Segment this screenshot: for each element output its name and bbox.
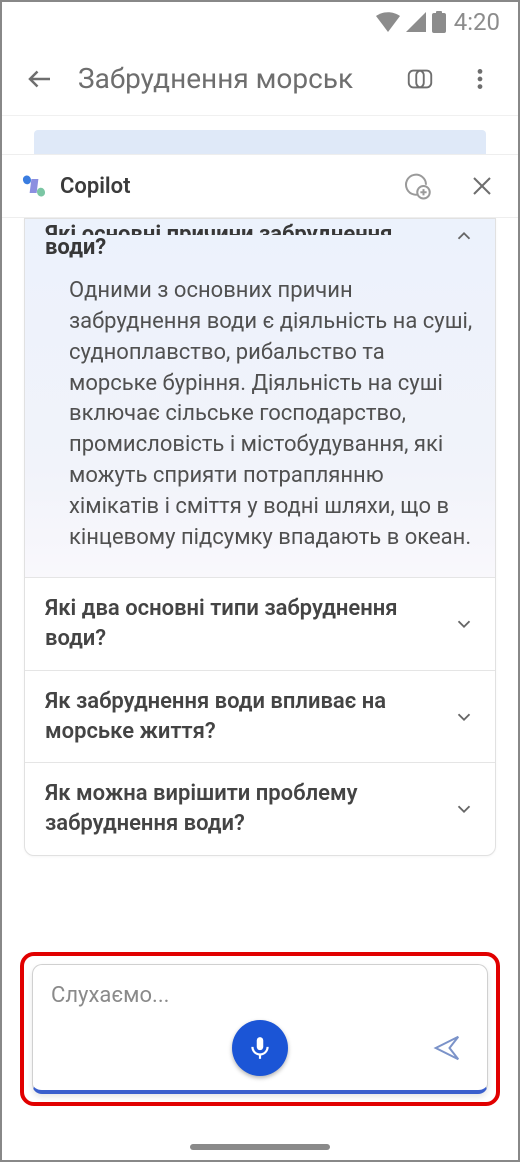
accordion-item: Як забруднення води впливає на морське ж… <box>25 670 495 762</box>
back-button[interactable] <box>18 57 62 101</box>
accordion-body: Одними з основних причин забруднення вод… <box>45 276 475 553</box>
microphone-icon <box>247 1035 273 1061</box>
accordion-header[interactable]: Як забруднення води впливає на морське ж… <box>25 671 495 762</box>
copilot-logo-icon <box>20 172 48 200</box>
input-area-highlight: Слухаємо... <box>20 952 500 1106</box>
page-title: Забруднення морськ <box>78 62 382 95</box>
cellular-icon <box>406 12 426 32</box>
copilot-button[interactable] <box>398 57 442 101</box>
close-icon <box>470 174 494 198</box>
home-indicator[interactable] <box>190 1144 330 1150</box>
accordion-item-expanded: Які основні причини забруднення води? Од… <box>25 219 495 577</box>
copilot-icon <box>405 64 435 94</box>
accordion-header[interactable]: Які два основні типи забруднення води? <box>25 578 495 669</box>
back-arrow-icon <box>25 64 55 94</box>
listening-status: Слухаємо... <box>51 983 469 1008</box>
chevron-down-icon <box>453 706 475 728</box>
overflow-menu-button[interactable] <box>458 57 502 101</box>
accordion-item: Як можна вирішити проблему забруднення в… <box>25 762 495 854</box>
chat-plus-icon <box>401 171 431 201</box>
wifi-icon <box>376 12 400 32</box>
chevron-up-icon <box>453 225 475 247</box>
mic-button[interactable] <box>232 1020 288 1076</box>
accordion-header[interactable]: Які основні причини забруднення води? <box>45 219 475 276</box>
input-card: Слухаємо... <box>32 964 488 1094</box>
accordion-item: Які два основні типи забруднення води? <box>25 577 495 669</box>
suggestions-card: Які основні причини забруднення води? Од… <box>24 218 496 856</box>
status-time: 4:20 <box>454 8 500 36</box>
background-content-peek <box>34 130 486 154</box>
close-panel-button[interactable] <box>464 168 500 204</box>
accordion-title: Які основні причини забруднення води? <box>45 225 392 260</box>
status-icons <box>376 11 446 33</box>
accordion-title: Як можна вирішити проблему забруднення в… <box>45 779 441 838</box>
chevron-down-icon <box>453 798 475 820</box>
send-icon <box>432 1033 462 1063</box>
more-vertical-icon <box>467 66 493 92</box>
battery-icon <box>432 11 446 33</box>
new-chat-button[interactable] <box>398 168 434 204</box>
status-bar: 4:20 <box>2 2 518 42</box>
chevron-down-icon <box>453 613 475 635</box>
send-button[interactable] <box>425 1026 469 1070</box>
accordion-title: Як забруднення води впливає на морське ж… <box>45 687 441 746</box>
accordion-header[interactable]: Як можна вирішити проблему забруднення в… <box>25 763 495 854</box>
app-bar: Забруднення морськ <box>2 42 518 116</box>
accordion-title: Які два основні типи забруднення води? <box>45 594 441 653</box>
copilot-panel-title: Copilot <box>60 174 386 199</box>
copilot-panel-header: Copilot <box>2 154 518 218</box>
